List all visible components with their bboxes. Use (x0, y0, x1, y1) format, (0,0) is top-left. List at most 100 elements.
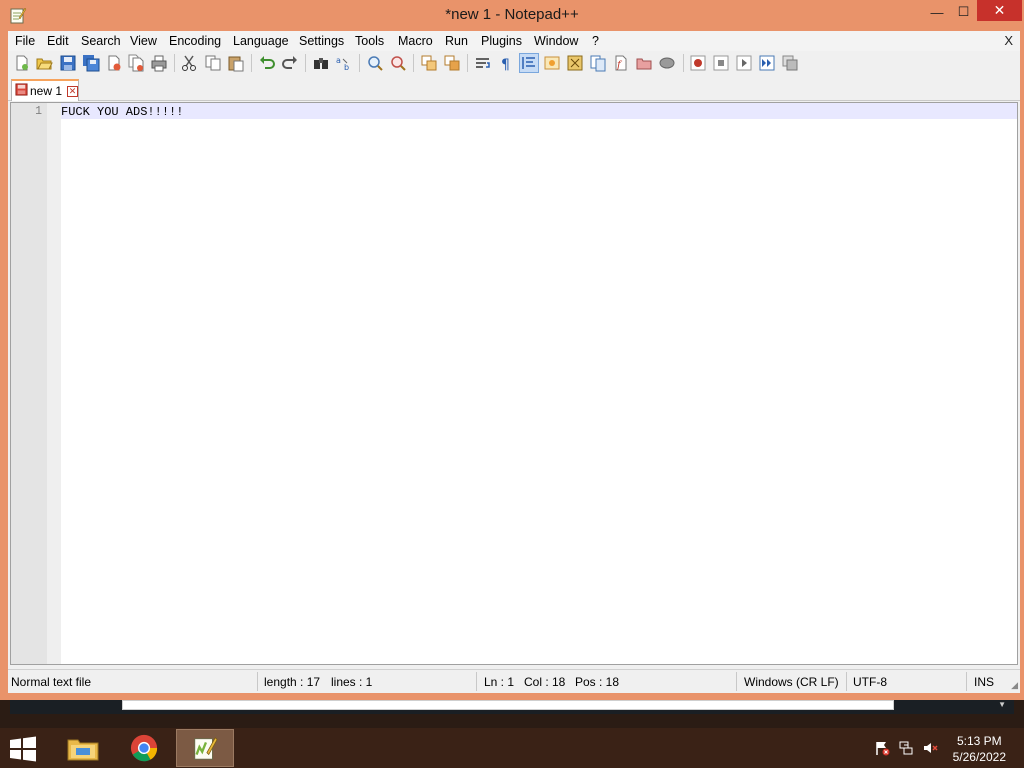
resize-grip-icon[interactable]: ◢ (1011, 680, 1018, 691)
toolbar-separator (359, 54, 360, 72)
file-explorer-icon[interactable] (54, 729, 112, 767)
menu-window[interactable]: Window (534, 34, 578, 48)
folder-as-workspace-icon[interactable]: f (612, 54, 630, 72)
status-separator (476, 672, 477, 691)
open-file-icon[interactable] (35, 54, 53, 72)
print-icon[interactable] (150, 54, 168, 72)
menu-edit[interactable]: Edit (47, 34, 69, 48)
menu-view[interactable]: View (130, 34, 157, 48)
status-column: Col : 18 (524, 675, 566, 689)
taskbar: 5:13 PM 5/26/2022 (0, 728, 1024, 768)
status-separator (257, 672, 258, 691)
toolbar-separator (467, 54, 468, 72)
fold-margin[interactable] (47, 103, 61, 664)
status-encoding[interactable]: UTF-8 (853, 675, 887, 689)
windows-start-icon[interactable] (8, 736, 38, 762)
zoom-in-icon[interactable] (366, 54, 384, 72)
clock-time: 5:13 PM (956, 734, 1002, 748)
close-icon[interactable] (105, 54, 123, 72)
cut-icon[interactable] (180, 54, 198, 72)
close-document-button[interactable]: X (1004, 33, 1013, 48)
monitoring-icon[interactable] (658, 54, 676, 72)
editor-line[interactable]: FUCK YOU ADS!!!!! (61, 105, 183, 119)
document-list-icon[interactable] (635, 54, 653, 72)
word-wrap-icon[interactable] (474, 54, 492, 72)
save-all-icon[interactable] (82, 54, 100, 72)
status-insert-mode[interactable]: INS (974, 675, 994, 689)
menu-help[interactable]: ? (592, 34, 599, 48)
line-number: 1 (35, 105, 42, 118)
svg-text:¶: ¶ (501, 57, 510, 72)
tab-close-button[interactable]: ✕ (67, 85, 79, 97)
action-center-flag-icon[interactable] (874, 740, 890, 756)
status-separator (966, 672, 967, 691)
play-macro-icon[interactable] (735, 54, 753, 72)
copy-icon[interactable] (204, 54, 222, 72)
chrome-icon[interactable] (115, 729, 173, 767)
background-window-content (122, 700, 894, 710)
menu-search[interactable]: Search (81, 34, 121, 48)
status-eol-format[interactable]: Windows (CR LF) (744, 675, 839, 689)
paste-icon[interactable] (227, 54, 245, 72)
redo-icon[interactable] (281, 54, 299, 72)
chevron-down-icon[interactable]: ▼ (998, 700, 1006, 709)
indent-guide-icon[interactable] (519, 53, 539, 73)
status-file-type: Normal text file (11, 675, 92, 689)
sync-horizontal-icon[interactable] (443, 54, 461, 72)
line-number-gutter: 1 (11, 103, 47, 664)
menu-macro[interactable]: Macro (398, 34, 433, 48)
toolbar: ab ¶ f (8, 51, 1020, 75)
menu-run[interactable]: Run (445, 34, 468, 48)
volume-muted-icon[interactable] (922, 740, 938, 756)
status-position: Pos : 18 (575, 675, 620, 689)
unsaved-file-icon (15, 83, 28, 99)
background-window[interactable]: ▼ (10, 700, 1014, 714)
status-bar: Normal text file length : 17 lines : 1 L… (8, 669, 1020, 693)
undo-icon[interactable] (258, 54, 276, 72)
status-length: length : 17 (264, 675, 321, 689)
toolbar-separator (174, 54, 175, 72)
clock-date: 5/26/2022 (952, 750, 1006, 764)
menu-settings[interactable]: Settings (299, 34, 344, 48)
text-editor[interactable]: 1 FUCK YOU ADS!!!!! (10, 102, 1018, 665)
toolbar-separator (251, 54, 252, 72)
tab-new-1[interactable]: new 1 ✕ (11, 79, 79, 101)
toolbar-separator (413, 54, 414, 72)
save-macro-icon[interactable] (781, 54, 799, 72)
maximize-button[interactable]: ☐ (950, 0, 977, 24)
doc-map-icon[interactable] (566, 54, 584, 72)
notepad-plus-plus-icon[interactable] (176, 729, 234, 767)
show-all-chars-icon[interactable]: ¶ (497, 54, 515, 72)
function-list-icon[interactable] (589, 54, 607, 72)
status-lines: lines : 1 (331, 675, 373, 689)
zoom-out-icon[interactable] (389, 54, 407, 72)
network-icon[interactable] (898, 740, 914, 756)
client-area: File Edit Search View Encoding Language … (8, 31, 1020, 693)
menu-tools[interactable]: Tools (355, 34, 384, 48)
replace-icon[interactable]: ab (335, 54, 353, 72)
tab-bar: new 1 ✕ (8, 77, 1020, 101)
stop-macro-icon[interactable] (712, 54, 730, 72)
menu-bar: File Edit Search View Encoding Language … (8, 31, 1020, 51)
new-file-icon[interactable] (13, 54, 31, 72)
menu-plugins[interactable]: Plugins (481, 34, 522, 48)
menu-file[interactable]: File (15, 34, 35, 48)
tab-label: new 1 (30, 84, 63, 98)
system-clock[interactable]: 5:13 PM 5/26/2022 (953, 733, 1006, 765)
menu-language[interactable]: Language (233, 34, 289, 48)
window-title: *new 1 - Notepad++ (445, 6, 579, 23)
record-macro-icon[interactable] (689, 54, 707, 72)
status-line: Ln : 1 (484, 675, 515, 689)
sync-vertical-icon[interactable] (420, 54, 438, 72)
run-macro-multiple-icon[interactable] (758, 54, 776, 72)
svg-text:b: b (344, 63, 349, 72)
minimize-button[interactable]: — (922, 0, 952, 24)
close-all-icon[interactable] (127, 54, 145, 72)
user-defined-language-icon[interactable] (543, 54, 561, 72)
save-icon[interactable] (59, 54, 77, 72)
close-window-button[interactable]: ✕ (977, 0, 1022, 21)
find-icon[interactable] (312, 54, 330, 72)
notepad-plus-plus-app-icon[interactable] (9, 6, 27, 24)
title-bar[interactable]: *new 1 - Notepad++ — ☐ ✕ (0, 0, 1024, 31)
menu-encoding[interactable]: Encoding (169, 34, 221, 48)
